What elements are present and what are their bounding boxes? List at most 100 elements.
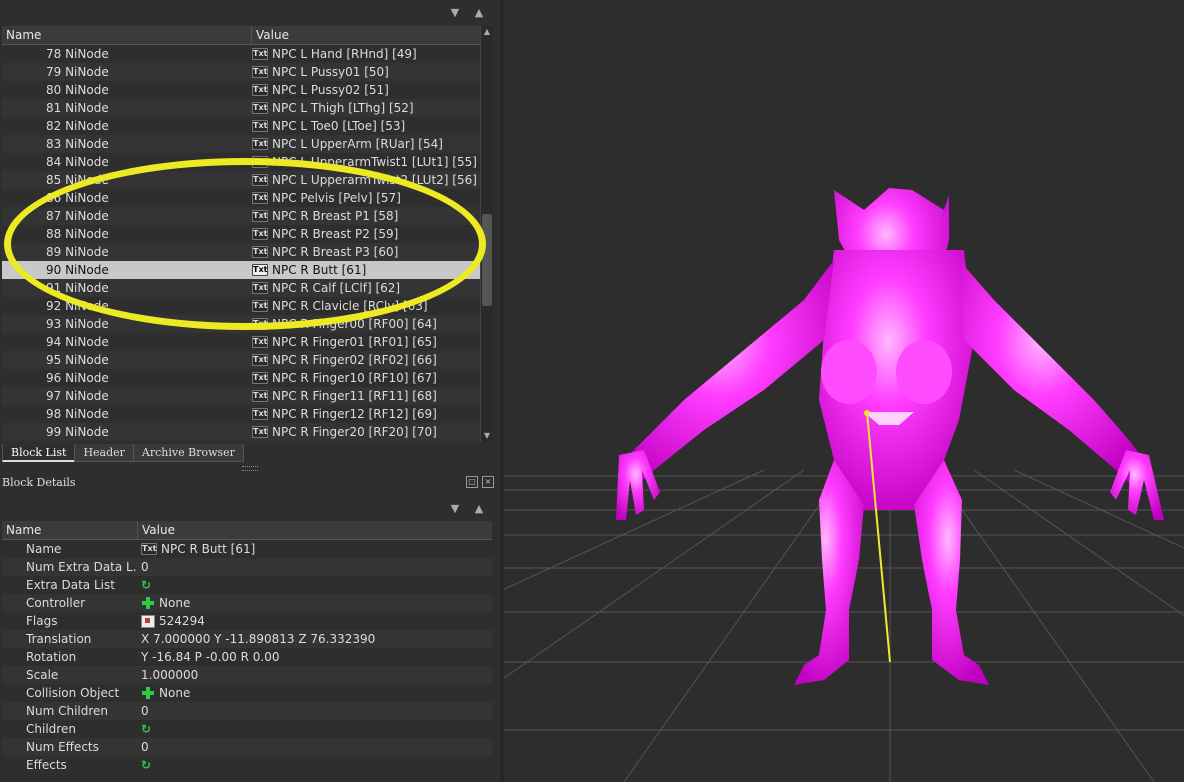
txt-icon: Txt [252,48,268,60]
block-value: Txt NPC R Breast P2 [59] [252,225,480,243]
detail-row[interactable]: Name Txt NPC R Butt [61] [2,540,492,558]
plus-icon [141,596,155,610]
table-row[interactable]: 97 NiNode Txt NPC R Finger11 [RF11] [68] [2,387,480,405]
table-row[interactable]: 79 NiNode Txt NPC L Pussy01 [50] [2,63,480,81]
detail-row[interactable]: Extra Data List ↻ [2,576,492,594]
3d-viewport[interactable] [504,0,1184,782]
block-value-text: NPC L Hand [RHnd] [49] [272,47,417,61]
table-row[interactable]: 87 NiNode Txt NPC R Breast P1 [58] [2,207,480,225]
tab-archive-browser[interactable]: Archive Browser [132,444,244,462]
scroll-down-icon[interactable]: ▼︎ [481,430,493,442]
detail-value[interactable]: X 7.000000 Y -11.890813 Z 76.332390 [137,630,492,648]
block-value: Txt NPC R Butt [61] [252,261,480,279]
table-row[interactable]: 83 NiNode Txt NPC L UpperArm [RUar] [54] [2,135,480,153]
tab-block-list[interactable]: Block List [2,444,76,462]
block-name: 78 NiNode [46,47,109,61]
table-row[interactable]: 98 NiNode Txt NPC R Finger12 [RF12] [69] [2,405,480,423]
detail-row[interactable]: Effects ↻ [2,756,492,774]
table-row[interactable]: 93 NiNode Txt NPC R Finger00 [RF00] [64] [2,315,480,333]
table-row[interactable]: 84 NiNode Txt NPC L UpperarmTwist1 [LUt1] … [2,153,480,171]
table-row[interactable]: 95 NiNode Txt NPC R Finger02 [RF02] [66] [2,351,480,369]
block-value-text: NPC R Finger02 [RF02] [66] [272,353,437,367]
block-name: 96 NiNode [46,371,109,385]
scroll-up-icon[interactable]: ▲︎ [481,26,493,38]
close-icon[interactable]: × [482,476,494,488]
detail-value[interactable]: ↻ [137,756,492,774]
scroll-thumb[interactable] [482,214,492,306]
table-row[interactable]: 96 NiNode Txt NPC R Finger10 [RF10] [67] [2,369,480,387]
float-icon[interactable]: ▢ [466,476,478,488]
column-header-name[interactable]: Name [2,26,252,44]
block-details-dock-controls: ▼︎ ▲︎ [448,498,486,520]
detail-value[interactable]: 524294 [137,612,492,630]
txt-icon: Txt [252,426,268,438]
block-list-scrollbar[interactable]: ▲︎ ▼︎ [480,26,493,442]
table-row[interactable]: 94 NiNode Txt NPC R Finger01 [RF01] [65] [2,333,480,351]
detail-value-text: None [159,596,191,610]
splitter-handle[interactable] [242,466,258,471]
detail-value[interactable]: Y -16.84 P -0.00 R 0.00 [137,648,492,666]
detail-name: Scale [26,668,59,682]
column-header-value[interactable]: Value [252,26,480,44]
expand-icon[interactable]: ▲︎ [472,6,486,20]
table-row[interactable]: 91 NiNode Txt NPC R Calf [LClf] [62] [2,279,480,297]
table-row[interactable]: 89 NiNode Txt NPC R Breast P3 [60] [2,243,480,261]
txt-icon: Txt [252,228,268,240]
detail-row[interactable]: Num Effects 0 [2,738,492,756]
block-name: 94 NiNode [46,335,109,349]
block-value-text: NPC L Thigh [LThg] [52] [272,101,414,115]
detail-name: Rotation [26,650,77,664]
detail-value[interactable]: 0 [137,702,492,720]
detail-value[interactable]: ↻ [137,576,492,594]
tab-header[interactable]: Header [74,444,134,462]
block-name: 89 NiNode [46,245,109,259]
table-row[interactable]: 92 NiNode Txt NPC R Clavicle [RClv] [63] [2,297,480,315]
left-panel: ▼︎ ▲︎ Name Value 78 NiNode Txt NPC L Hand … [0,0,500,782]
detail-value[interactable]: Txt NPC R Butt [61] [137,540,492,558]
detail-row[interactable]: Flags 524294 [2,612,492,630]
detail-name: Effects [26,758,67,772]
txt-icon: Txt [252,84,268,96]
detail-value[interactable]: 0 [137,738,492,756]
table-row[interactable]: 88 NiNode Txt NPC R Breast P2 [59] [2,225,480,243]
table-row[interactable]: 78 NiNode Txt NPC L Hand [RHnd] [49] [2,45,480,63]
detail-value-text: 524294 [159,614,205,628]
block-name: 99 NiNode [46,425,109,439]
expand-icon[interactable]: ▲︎ [472,502,486,516]
block-value-text: NPC R Breast P3 [60] [272,245,399,259]
detail-value[interactable]: None [137,684,492,702]
detail-value[interactable]: 0 [137,558,492,576]
block-value: Txt NPC R Breast P3 [60] [252,243,480,261]
detail-row[interactable]: Controller None [2,594,492,612]
detail-row[interactable]: Collision Object None [2,684,492,702]
txt-icon: Txt [141,543,158,555]
cycle-icon: ↻ [141,722,152,736]
detail-row[interactable]: Scale 1.000000 [2,666,492,684]
detail-value[interactable]: 1.000000 [137,666,492,684]
block-value: Txt NPC R Finger11 [RF11] [68] [252,387,480,405]
table-row[interactable]: 99 NiNode Txt NPC R Finger20 [RF20] [70] [2,423,480,441]
detail-row[interactable]: Num Extra Data L... 0 [2,558,492,576]
table-row[interactable]: 85 NiNode Txt NPC L UpperarmTwist2 [LUt2] … [2,171,480,189]
table-row[interactable]: 81 NiNode Txt NPC L Thigh [LThg] [52] [2,99,480,117]
detail-row[interactable]: Children ↻ [2,720,492,738]
column-header-name[interactable]: Name [2,521,138,539]
collapse-icon[interactable]: ▼︎ [448,6,462,20]
column-header-value[interactable]: Value [138,521,492,539]
collapse-icon[interactable]: ▼︎ [448,502,462,516]
block-name: 83 NiNode [46,137,109,151]
table-row[interactable]: 90 NiNode Txt NPC R Butt [61] [2,261,480,279]
detail-value[interactable]: ↻ [137,720,492,738]
detail-value[interactable]: None [137,594,492,612]
block-name: 92 NiNode [46,299,109,313]
detail-row[interactable]: Translation X 7.000000 Y -11.890813 Z 76.… [2,630,492,648]
txt-icon: Txt [252,408,268,420]
detail-row[interactable]: Rotation Y -16.84 P -0.00 R 0.00 [2,648,492,666]
detail-row[interactable]: Num Children 0 [2,702,492,720]
table-row[interactable]: 86 NiNode Txt NPC Pelvis [Pelv] [57] [2,189,480,207]
table-row[interactable]: 80 NiNode Txt NPC L Pussy02 [51] [2,81,480,99]
block-name: 93 NiNode [46,317,109,331]
block-name: 98 NiNode [46,407,109,421]
table-row[interactable]: 82 NiNode Txt NPC L Toe0 [LToe] [53] [2,117,480,135]
block-value-text: NPC R Calf [LClf] [62] [272,281,401,295]
